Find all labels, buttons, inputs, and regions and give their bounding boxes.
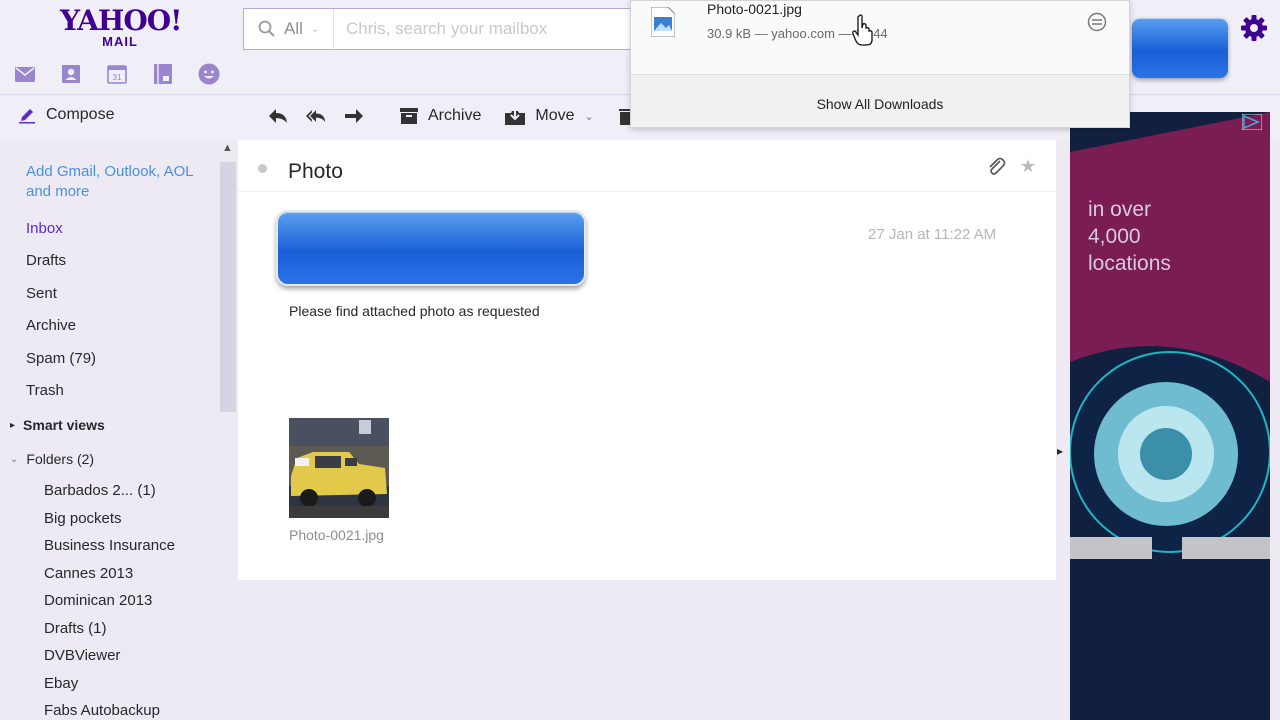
message-date: 27 Jan at 11:22 AM <box>868 226 997 243</box>
search-bar: All ⌄ <box>243 8 635 50</box>
messenger-icon[interactable] <box>198 63 220 85</box>
sidebar-item-dvbviewer[interactable]: DVBViewer <box>44 647 120 664</box>
download-item[interactable]: Photo-0021.jpg 30.9 kB — yahoo.com — 17:… <box>631 1 1129 75</box>
search-icon <box>258 20 275 37</box>
search-scope-label: All <box>284 19 303 38</box>
chevron-down-icon: ⌄ <box>310 23 320 35</box>
paperclip-icon[interactable] <box>986 156 1006 178</box>
download-retry-icon[interactable] <box>1087 12 1107 32</box>
redacted-user-button[interactable] <box>1132 18 1228 78</box>
forward-icon[interactable] <box>344 106 364 126</box>
move-icon <box>505 107 526 125</box>
advertisement[interactable]: in over 4,000 locations <box>1070 112 1270 720</box>
sidebar-item-inbox[interactable]: Inbox <box>26 220 63 237</box>
sidebar-item-cannes-2013[interactable]: Cannes 2013 <box>44 565 133 582</box>
scrollbar-thumb[interactable] <box>220 162 236 412</box>
compose-button[interactable]: Compose <box>18 106 114 124</box>
reply-all-icon[interactable] <box>306 106 326 126</box>
add-accounts-link[interactable]: Add Gmail, Outlook, AOL and more <box>26 162 196 202</box>
hand-cursor-icon <box>852 14 874 46</box>
pencil-icon <box>19 109 35 124</box>
collapse-ad-arrow-icon[interactable]: ▸ <box>1057 444 1063 458</box>
message-body: Please find attached photo as requested <box>289 303 540 319</box>
folders-label: Folders (2) <box>26 451 95 467</box>
sidebar-item-barbados[interactable]: Barbados 2... (1) <box>44 482 156 499</box>
search-input[interactable] <box>334 9 634 49</box>
smart-views-toggle[interactable]: ▸ Smart views <box>10 417 105 433</box>
archive-button[interactable]: Archive <box>400 107 481 125</box>
attachment-thumbnail[interactable] <box>289 418 389 518</box>
ad-choices-icon[interactable] <box>1240 113 1264 132</box>
sidebar-scrollbar[interactable]: ▲ <box>218 140 238 720</box>
ad-text: in over 4,000 locations <box>1088 198 1171 275</box>
smart-views-label: Smart views <box>23 417 105 433</box>
sidebar-item-archive[interactable]: Archive <box>26 317 76 334</box>
chevron-down-icon: ⌄ <box>584 110 594 123</box>
sidebar-item-business-insurance[interactable]: Business Insurance <box>44 537 175 554</box>
unread-dot-icon[interactable] <box>258 164 267 173</box>
message-pane-footer <box>238 580 1056 720</box>
chevron-right-icon: ▸ <box>10 419 16 431</box>
sidebar-item-dominican-2013[interactable]: Dominican 2013 <box>44 592 152 609</box>
sidebar-item-ebay[interactable]: Ebay <box>44 675 78 692</box>
download-file-name: Photo-0021.jpg <box>707 1 802 17</box>
sidebar-item-spam[interactable]: Spam (79) <box>26 350 96 367</box>
calendar-icon[interactable]: 31 <box>106 64 128 84</box>
attachment-name[interactable]: Photo-0021.jpg <box>289 527 384 543</box>
settings-gear-icon[interactable] <box>1238 12 1270 44</box>
app-switcher: 31 <box>14 63 220 85</box>
downloads-panel: Photo-0021.jpg 30.9 kB — yahoo.com — 17:… <box>630 0 1130 128</box>
message-subject: Photo <box>288 160 343 183</box>
folders-toggle[interactable]: ⌄ Folders (2) <box>10 451 94 467</box>
image-file-icon <box>650 6 676 38</box>
sidebar: Add Gmail, Outlook, AOL and more Inbox D… <box>0 140 218 720</box>
redacted-sender[interactable] <box>276 210 586 286</box>
sidebar-item-drafts[interactable]: Drafts <box>26 252 66 269</box>
move-button[interactable]: Move ⌄ <box>505 107 594 125</box>
sidebar-item-trash[interactable]: Trash <box>26 382 64 399</box>
scroll-up-icon[interactable]: ▲ <box>222 142 233 154</box>
logo-wordmark: YAHOO! <box>60 4 182 37</box>
mail-icon[interactable] <box>14 64 36 84</box>
archive-icon <box>400 108 418 124</box>
subject-row: Photo ★ <box>238 140 1056 192</box>
notepad-icon[interactable] <box>152 64 174 84</box>
sidebar-item-sent[interactable]: Sent <box>26 285 57 302</box>
calendar-day: 31 <box>113 73 122 82</box>
reply-icon[interactable] <box>268 106 288 126</box>
archive-label: Archive <box>428 107 482 124</box>
message-pane: Photo ★ 27 Jan at 11:22 AM Please find a… <box>238 140 1056 580</box>
sidebar-item-fabs-autobackup[interactable]: Fabs Autobackup <box>44 702 160 719</box>
chevron-down-icon: ⌄ <box>10 453 19 465</box>
sidebar-item-drafts-sub[interactable]: Drafts (1) <box>44 620 107 637</box>
move-label: Move <box>535 107 575 124</box>
contacts-icon[interactable] <box>60 64 82 84</box>
message-actions: Archive Move ⌄ <box>268 106 636 126</box>
sidebar-item-big-pockets[interactable]: Big pockets <box>44 510 122 527</box>
star-icon[interactable]: ★ <box>1020 156 1036 177</box>
search-scope-dropdown[interactable]: All ⌄ <box>244 9 334 49</box>
yahoo-mail-logo[interactable]: YAHOO! MAIL <box>60 4 182 49</box>
compose-label: Compose <box>46 106 115 123</box>
logo-subtitle: MAIL <box>102 34 138 49</box>
show-all-downloads-button[interactable]: Show All Downloads <box>631 96 1129 112</box>
